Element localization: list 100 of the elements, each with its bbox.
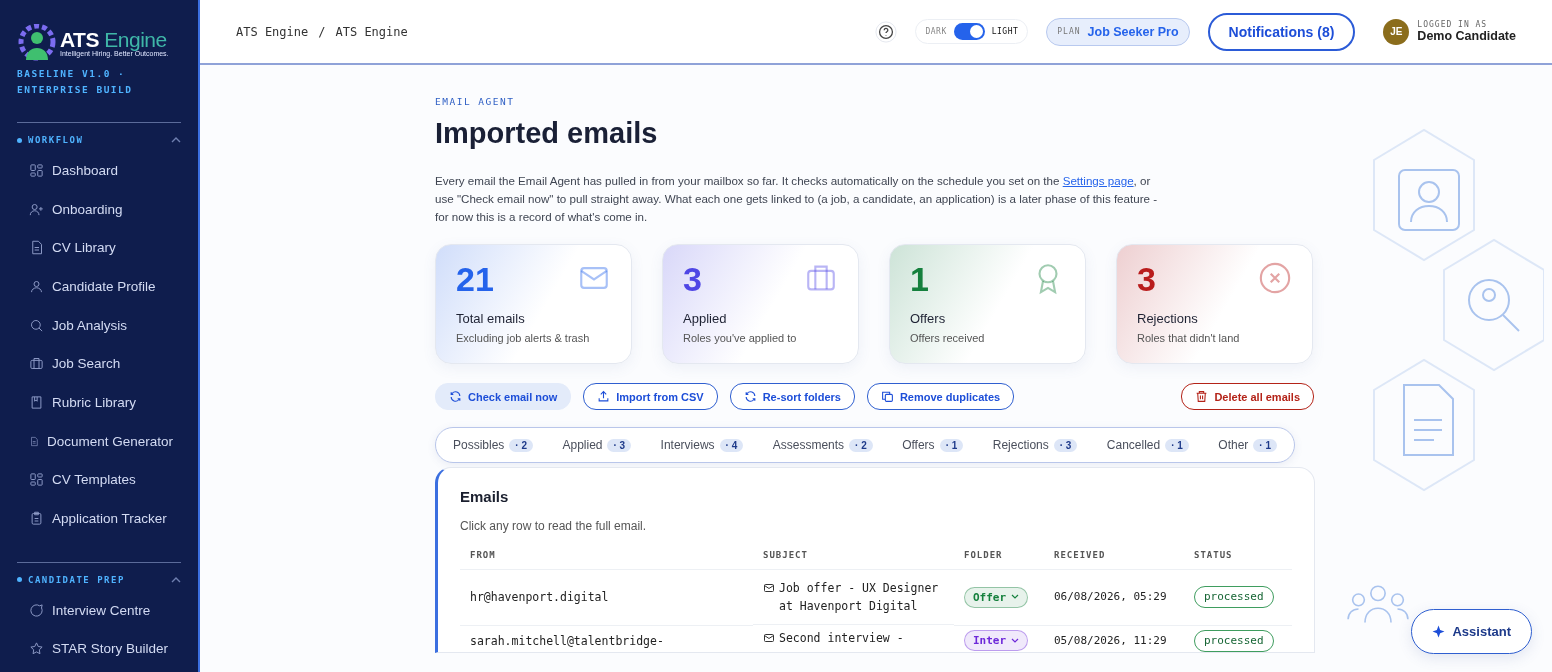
gear-person-logo-icon [17,24,57,62]
caret-icon [1011,594,1020,601]
folder-dropdown[interactable]: Offer [964,586,1029,608]
tab-count: · 1 [1253,438,1277,452]
search-icon [29,317,44,333]
folder-dropdown[interactable]: Inter [964,630,1029,651]
user-name: Demo Candidate [1417,29,1516,43]
tab-count: · 2 [849,438,873,452]
tab-count: · 1 [939,438,964,452]
column-header: FOLDER [954,550,1044,570]
document-icon [29,240,44,256]
tab-count: · 3 [607,438,632,452]
tab-count: · 1 [1165,438,1189,452]
caret-icon [1011,637,1020,644]
tab-label: Applied [562,438,603,452]
assistant-button[interactable]: Assistant [1411,609,1532,654]
tab-label: Cancelled [1106,438,1161,452]
stat-value: 3 [1137,261,1156,297]
tab-count: · 3 [1053,438,1078,452]
page-eyebrow: EMAIL AGENT [435,96,516,107]
page-title: Imported emails [435,117,659,150]
action-button[interactable]: Import from CSV [583,383,718,410]
avatar[interactable]: JE [1383,18,1410,45]
stat-value: 3 [683,261,702,297]
logged-in-label: LOGGED IN AS [1417,20,1489,29]
theme-option-label: LIGHT [991,27,1019,36]
sender-cell: sarah.mitchell@talentbridge- [470,633,664,648]
build-label: BASELINE V1.0 · ENTERPRISE BUILD [17,67,134,97]
chat-bubble-icon [29,602,44,618]
folder-tab[interactable]: Possibles · 2 [452,436,535,454]
chevron-icon[interactable] [171,137,181,143]
breadcrumb-link[interactable]: ATS Engine [335,24,408,39]
tab-count: · 2 [509,438,534,452]
theme-switch[interactable] [953,23,985,40]
stat-caption: Offers received [910,332,986,344]
grid-icon [29,162,44,178]
sidebar-item[interactable]: CV Templates [17,460,181,500]
subject-cell-text: Job offer - UX Designer at Havenport Digital [779,580,940,615]
folder-tab[interactable]: Offers · 1 [901,436,965,454]
sidebar-item[interactable]: CV Library [17,228,181,268]
sidebar-item[interactable]: Job Analysis [17,305,181,345]
sidebar-item[interactable]: Application Tracker [17,499,181,538]
folder-tab[interactable]: Other · 1 [1217,436,1278,454]
plan-name: Job Seeker Pro [1087,24,1179,39]
sidebar-item[interactable]: Rubric Library [17,383,181,422]
sidebar-item[interactable]: Interview Centre [17,590,181,630]
stat-label: Applied [683,311,728,326]
action-button[interactable]: Check email now [435,383,572,410]
card-subtitle: Click any row to read the full email. [460,519,648,533]
settings-link[interactable]: Settings page [1062,174,1134,187]
sparkle-icon [1432,625,1446,638]
folder-tab[interactable]: Cancelled · 1 [1105,436,1190,454]
folder-tab[interactable]: Interviews · 4 [659,436,745,454]
column-header: SUBJECT [753,550,954,570]
stat-label: Rejections [1137,311,1199,326]
card-title: Emails [460,488,510,505]
copy-icon [880,390,894,403]
stat-caption: Excluding job alerts & trash [456,332,591,344]
received-cell: 05/08/2026, 11:29 [1054,633,1167,647]
user-icon [29,278,44,294]
sidebar-item[interactable]: Job Search [17,344,181,384]
folder-tab[interactable]: Assessments · 2 [771,436,874,454]
delete-all-button[interactable]: Delete all emails [1181,383,1314,410]
logo-text: ATS [60,28,99,51]
breadcrumb-separator: / [318,24,326,39]
book-icon [29,394,44,410]
logo-text: Engine [104,28,167,51]
sidebar-item[interactable]: Document Generator [17,421,181,461]
received-cell: 06/08/2026, 05:29 [1054,590,1167,604]
stat-caption: Roles that didn't land [1137,332,1241,344]
envelope-icon [763,632,775,644]
sidebar-item[interactable]: Candidate Profile [17,267,181,306]
action-button[interactable]: Remove duplicates [866,383,1015,410]
clipboard-icon [29,511,44,527]
sidebar-item[interactable]: Dashboard [17,151,181,190]
stat-label: Total emails [456,311,526,326]
envelope-icon [763,582,775,594]
tab-count: · 4 [719,438,744,452]
refresh-icon [743,390,757,403]
intro-paragraph: Every email the Email Agent has pulled in from your mailbox so far. It checks automatically on the schedule you set on the Settings page, or use "Check email now" to pull straight away. What each one gets linked to (a job, a candidate, an application) is a later phase of this feature - for now this is a record of what's come in. [435,173,1159,225]
breadcrumb-link[interactable]: ATS Engine [236,24,309,39]
notifications-button[interactable]: Notifications (8) [1207,12,1356,51]
stat-value: 21 [456,261,494,297]
sender-cell: hr@havenport.digital [470,590,609,605]
subject-cell-text: Second interview - [779,630,904,647]
column-header: FROM [460,550,753,570]
action-button[interactable]: Re-sort folders [729,383,855,410]
sidebar-item[interactable]: STAR Story Builder [17,629,181,669]
section-heading: WORKFLOW [28,135,84,145]
tab-label: Interviews [660,438,715,452]
chevron-icon[interactable] [171,576,181,583]
column-header: STATUS [1184,550,1292,570]
stat-caption: Roles you've applied to [683,332,798,344]
folder-tab[interactable]: Rejections · 3 [991,436,1079,454]
sidebar-item[interactable]: Onboarding [17,189,181,229]
user-plus-icon [29,201,44,217]
folder-tab[interactable]: Applied · 3 [561,436,633,454]
grid-icon [29,472,44,488]
tab-label: Assessments [772,438,845,452]
help-icon[interactable] [875,20,898,43]
